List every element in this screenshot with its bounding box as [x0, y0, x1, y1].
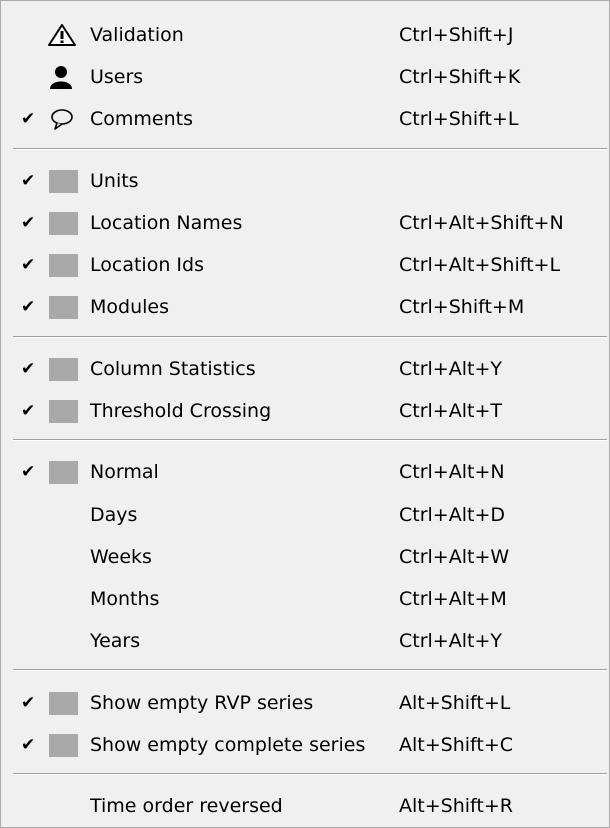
menu-item-label: Column Statistics	[90, 358, 256, 380]
menu-item-label: Validation	[90, 24, 184, 46]
menu-item-shortcut: Alt+Shift+R	[399, 795, 513, 817]
menu-item-column-statistics[interactable]: ✔ Column Statistics Ctrl+Alt+Y	[1, 349, 609, 389]
menu-item-months[interactable]: Months Ctrl+Alt+M	[1, 579, 609, 619]
checkmark-icon: ✔	[21, 109, 36, 129]
menu-item-shortcut: Ctrl+Alt+T	[399, 400, 502, 422]
menu-item-label: Modules	[90, 296, 169, 318]
gray-square-icon	[49, 692, 78, 715]
menu-item-units[interactable]: ✔ Units	[1, 161, 609, 201]
warning-triangle-icon	[47, 23, 77, 47]
menu-item-label: Show empty RVP series	[90, 692, 314, 714]
menu-separator	[13, 669, 607, 671]
menu-item-label: Years	[90, 630, 141, 652]
menu-item-time-order-reversed[interactable]: Time order reversed Alt+Shift+R	[1, 786, 609, 826]
menu-item-shortcut: Ctrl+Alt+Shift+N	[399, 212, 564, 234]
gray-square-icon	[49, 170, 78, 193]
checkmark-icon: ✔	[21, 462, 36, 482]
menu-item-shortcut: Ctrl+Alt+M	[399, 588, 507, 610]
checkmark-icon: ✔	[21, 359, 36, 379]
menu-separator	[13, 148, 607, 150]
menu-item-label: Location Names	[90, 212, 243, 234]
gray-square-icon	[49, 212, 78, 235]
menu-item-shortcut: Ctrl+Alt+W	[399, 546, 510, 568]
gray-square-icon	[49, 400, 78, 423]
menu-item-label: Units	[90, 170, 139, 192]
gray-square-icon	[49, 358, 78, 381]
checkmark-icon: ✔	[21, 693, 36, 713]
menu-item-users[interactable]: Users Ctrl+Shift+K	[1, 57, 609, 97]
gray-square-icon	[49, 254, 78, 277]
speech-bubble-icon	[47, 107, 77, 131]
menu-item-label: Months	[90, 588, 160, 610]
menu-item-label: Time order reversed	[90, 795, 283, 817]
context-menu: Validation Ctrl+Shift+J Users Ctrl+Shift…	[0, 0, 610, 828]
menu-separator	[13, 336, 607, 338]
menu-item-shortcut: Ctrl+Shift+J	[399, 24, 514, 46]
user-icon	[47, 65, 77, 89]
checkmark-icon: ✔	[21, 255, 36, 275]
menu-item-show-empty-complete-series[interactable]: ✔ Show empty complete series Alt+Shift+C	[1, 725, 609, 765]
menu-item-shortcut: Ctrl+Alt+Shift+L	[399, 254, 561, 276]
checkmark-icon: ✔	[21, 213, 36, 233]
menu-item-label: Weeks	[90, 546, 152, 568]
menu-item-label: Normal	[90, 461, 159, 483]
menu-item-label: Comments	[90, 108, 193, 130]
checkmark-icon: ✔	[21, 735, 36, 755]
menu-separator	[13, 773, 607, 775]
menu-item-label: Show empty complete series	[90, 734, 366, 756]
gray-square-icon	[49, 296, 78, 319]
menu-item-shortcut: Ctrl+Shift+K	[399, 66, 521, 88]
menu-separator	[13, 439, 607, 441]
menu-item-normal[interactable]: ✔ Normal Ctrl+Alt+N	[1, 452, 609, 492]
menu-item-label: Days	[90, 504, 138, 526]
menu-item-threshold-crossing[interactable]: ✔ Threshold Crossing Ctrl+Alt+T	[1, 391, 609, 431]
menu-item-location-names[interactable]: ✔ Location Names Ctrl+Alt+Shift+N	[1, 203, 609, 243]
menu-item-location-ids[interactable]: ✔ Location Ids Ctrl+Alt+Shift+L	[1, 245, 609, 285]
checkmark-icon: ✔	[21, 171, 36, 191]
menu-item-shortcut: Ctrl+Alt+Y	[399, 358, 502, 380]
menu-item-days[interactable]: Days Ctrl+Alt+D	[1, 495, 609, 535]
menu-item-shortcut: Ctrl+Shift+M	[399, 296, 525, 318]
menu-item-validation[interactable]: Validation Ctrl+Shift+J	[1, 15, 609, 55]
menu-item-shortcut: Alt+Shift+L	[399, 692, 511, 714]
menu-item-years[interactable]: Years Ctrl+Alt+Y	[1, 621, 609, 661]
menu-item-shortcut: Ctrl+Alt+D	[399, 504, 506, 526]
menu-item-shortcut: Ctrl+Alt+Y	[399, 630, 502, 652]
checkmark-icon: ✔	[21, 297, 36, 317]
menu-item-weeks[interactable]: Weeks Ctrl+Alt+W	[1, 537, 609, 577]
menu-item-show-empty-rvp-series[interactable]: ✔ Show empty RVP series Alt+Shift+L	[1, 683, 609, 723]
menu-item-label: Location Ids	[90, 254, 204, 276]
menu-item-modules[interactable]: ✔ Modules Ctrl+Shift+M	[1, 287, 609, 327]
checkmark-icon: ✔	[21, 401, 36, 421]
menu-item-shortcut: Ctrl+Shift+L	[399, 108, 519, 130]
menu-item-shortcut: Ctrl+Alt+N	[399, 461, 505, 483]
menu-item-label: Users	[90, 66, 144, 88]
menu-item-label: Threshold Crossing	[90, 400, 272, 422]
menu-item-comments[interactable]: ✔ Comments Ctrl+Shift+L	[1, 99, 609, 139]
menu-item-shortcut: Alt+Shift+C	[399, 734, 514, 756]
gray-square-icon	[49, 734, 78, 757]
gray-square-icon	[49, 461, 78, 484]
